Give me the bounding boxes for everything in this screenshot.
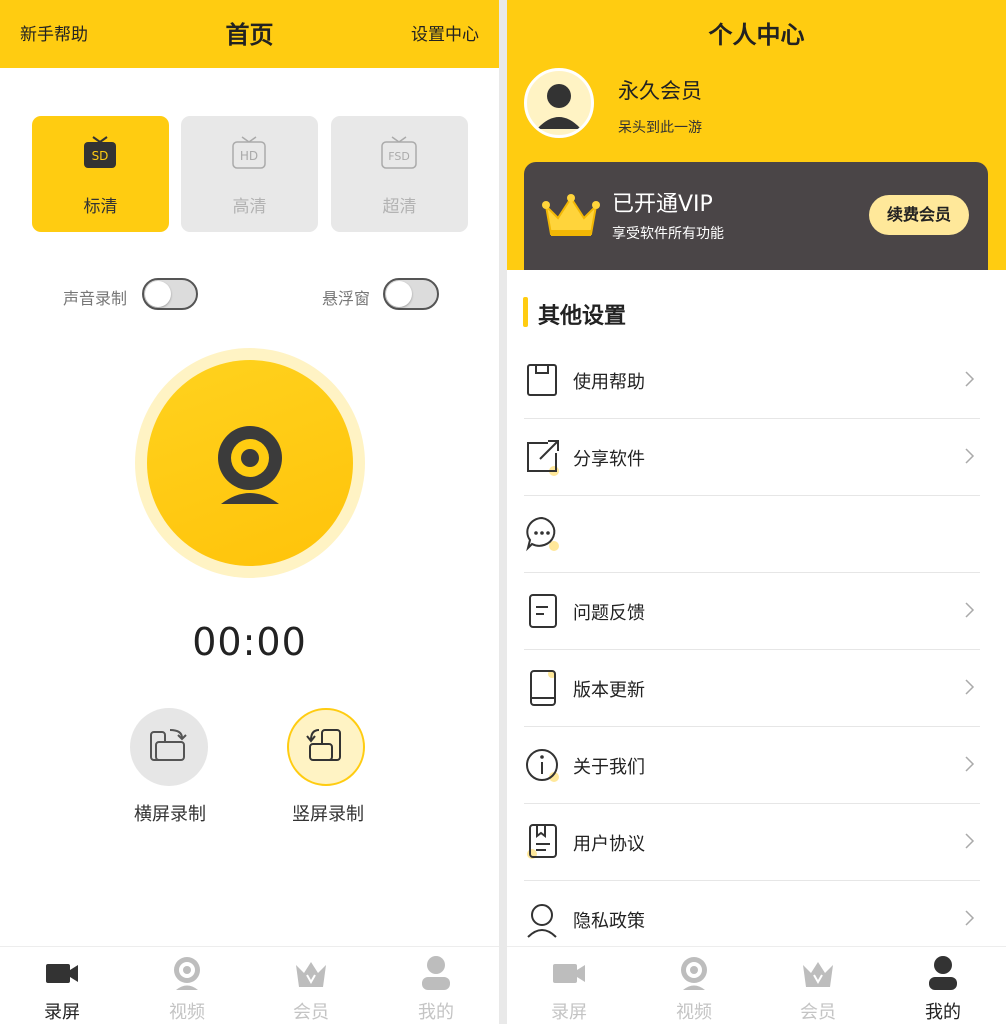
- landscape-rotate-icon: [150, 729, 187, 761]
- vip-status-title: 已开通VIP: [612, 192, 713, 217]
- tab-label: 视频: [676, 1002, 712, 1023]
- renew-vip-button[interactable]: 续费会员: [869, 195, 969, 235]
- user-icon: [929, 956, 957, 990]
- vip-status-subtitle: 享受软件所有功能: [612, 226, 724, 242]
- crown-icon: [542, 194, 600, 236]
- audio-record-switch[interactable]: [142, 278, 198, 310]
- menu-label: 使用帮助: [573, 372, 645, 393]
- chevron-right-icon: [965, 371, 975, 387]
- quality-label: 超清: [382, 197, 417, 217]
- menu-label: 问题反馈: [573, 603, 645, 624]
- chevron-right-icon: [965, 448, 975, 464]
- tab-mine[interactable]: 我的: [374, 947, 498, 1024]
- tab-mine[interactable]: 我的: [881, 947, 1005, 1024]
- switch-knob: [145, 281, 171, 307]
- settings-center-link[interactable]: 设置中心: [411, 20, 479, 45]
- menu-item-agreement[interactable]: 用户协议: [524, 804, 980, 881]
- portrait-record-label: 竖屏录制: [292, 804, 364, 825]
- tab-video[interactable]: 视频: [632, 947, 756, 1024]
- tv-sd-icon: SD: [84, 136, 116, 168]
- menu-item-update[interactable]: 版本更新: [524, 650, 980, 727]
- home-header: 新手帮助 首页 设置中心: [0, 0, 499, 68]
- sd-badge: SD: [92, 149, 109, 163]
- chevron-right-icon: [965, 756, 975, 772]
- tab-label: 录屏: [44, 1002, 80, 1023]
- chevron-right-icon: [965, 910, 975, 926]
- quality-option-fsd[interactable]: FSD 超清: [331, 116, 468, 232]
- profile-header: 个人中心 永久会员 呆头到此一游 已开通VIP 享受软件所有功能 续费会员: [507, 0, 1006, 270]
- privacy-icon: [527, 904, 557, 938]
- switch-knob: [386, 281, 412, 307]
- tab-record[interactable]: 录屏: [0, 947, 124, 1024]
- avatar-silhouette-icon: [537, 84, 581, 129]
- hd-badge: HD: [240, 149, 258, 163]
- agreement-icon: [527, 824, 557, 859]
- menu-label: 隐私政策: [573, 911, 645, 932]
- crown-icon: [803, 962, 833, 987]
- menu-item-feedback[interactable]: 问题反馈: [524, 573, 980, 650]
- portrait-rotate-icon: [306, 729, 341, 761]
- menu-item-share[interactable]: 分享软件: [524, 419, 980, 496]
- landscape-record-label: 横屏录制: [134, 804, 206, 825]
- quality-option-hd[interactable]: HD 高清: [181, 116, 318, 232]
- floating-window-label: 悬浮窗: [322, 289, 371, 308]
- vip-card: 已开通VIP 享受软件所有功能 续费会员: [524, 162, 988, 270]
- landscape-record-button[interactable]: [130, 708, 208, 786]
- chevron-right-icon: [965, 679, 975, 695]
- crown-icon: [296, 962, 326, 987]
- tab-vip[interactable]: 会员: [249, 947, 373, 1024]
- menu-item-chat[interactable]: [524, 496, 980, 573]
- tab-vip[interactable]: 会员: [756, 947, 880, 1024]
- quality-option-sd[interactable]: SD 标清: [32, 116, 169, 232]
- audio-record-label: 声音录制: [63, 289, 128, 308]
- webcam-icon: [218, 426, 282, 504]
- user-name: 永久会员: [618, 79, 702, 103]
- floating-window-switch[interactable]: [383, 278, 439, 310]
- tv-hd-icon: HD: [232, 136, 266, 169]
- section-accent-bar: [523, 297, 528, 327]
- tv-fsd-icon: FSD: [381, 136, 417, 169]
- quality-label: 标清: [83, 197, 118, 217]
- menu-label: 分享软件: [573, 449, 645, 470]
- bottom-tab-bar: 录屏 视频 会员 我的: [507, 946, 1006, 1024]
- menu-item-help[interactable]: 使用帮助: [524, 342, 980, 419]
- section-title: 其他设置: [538, 304, 627, 329]
- user-subtitle: 呆头到此一游: [618, 120, 702, 136]
- webcam-icon: [174, 957, 200, 990]
- chevron-right-icon: [965, 602, 975, 618]
- user-icon: [422, 956, 450, 990]
- tab-label: 录屏: [551, 1002, 587, 1023]
- tab-record[interactable]: 录屏: [507, 947, 631, 1024]
- recording-timer: 00:00: [192, 620, 307, 664]
- portrait-record-button[interactable]: [287, 708, 365, 786]
- phone-update-icon: [530, 670, 556, 706]
- menu-label: 版本更新: [573, 680, 645, 701]
- chevron-right-icon: [965, 833, 975, 849]
- video-camera-icon: [46, 964, 78, 983]
- chat-bubble-icon: [526, 516, 559, 552]
- tab-label: 视频: [169, 1002, 205, 1023]
- feedback-icon: [529, 594, 557, 628]
- tab-video[interactable]: 视频: [125, 947, 249, 1024]
- fsd-badge: FSD: [388, 150, 410, 163]
- menu-label: 关于我们: [573, 757, 645, 778]
- avatar[interactable]: [524, 68, 594, 138]
- quality-label: 高清: [232, 197, 267, 217]
- tab-label: 我的: [925, 1002, 961, 1023]
- home-screen: 新手帮助 首页 设置中心 SD 标清 HD 高清 FSD 超清 声音录制 悬浮窗…: [0, 0, 499, 1024]
- menu-item-about[interactable]: 关于我们: [524, 727, 980, 804]
- share-icon: [527, 440, 559, 476]
- help-doc-icon: [527, 364, 557, 396]
- info-icon: [526, 749, 559, 782]
- page-title: 个人中心: [708, 21, 805, 49]
- profile-screen: 个人中心 永久会员 呆头到此一游 已开通VIP 享受软件所有功能 续费会员 其他…: [507, 0, 1006, 1024]
- tab-label: 会员: [293, 1002, 329, 1023]
- menu-label: 用户协议: [573, 834, 645, 855]
- webcam-icon: [681, 957, 707, 990]
- bottom-tab-bar: 录屏 视频 会员 我的: [0, 946, 499, 1024]
- tab-label: 会员: [800, 1002, 836, 1023]
- tab-label: 我的: [418, 1002, 454, 1023]
- video-camera-icon: [553, 964, 585, 983]
